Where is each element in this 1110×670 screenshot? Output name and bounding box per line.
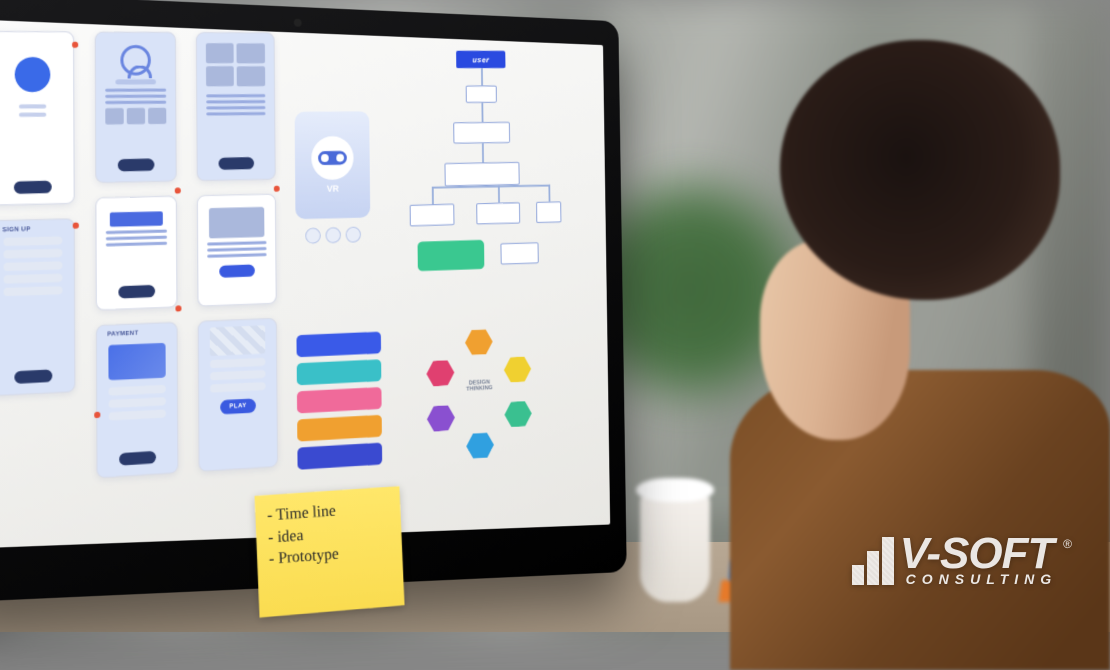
vr-headset-icon xyxy=(311,136,354,180)
connector-node xyxy=(175,188,181,194)
flow-box xyxy=(453,122,510,144)
input-field xyxy=(210,358,266,369)
text-block xyxy=(106,229,167,246)
vsoft-logo: V-SOFT CONSULTING ® xyxy=(852,533,1072,586)
connector-node xyxy=(274,186,280,192)
text-block xyxy=(206,94,265,115)
text-line xyxy=(19,113,47,117)
input-field xyxy=(3,273,63,283)
registered-mark: ® xyxy=(1063,537,1072,551)
flow-line xyxy=(548,184,550,201)
text-line xyxy=(19,104,47,108)
person-hair xyxy=(780,40,1060,300)
input-field xyxy=(108,409,166,420)
flow-box xyxy=(536,201,561,223)
credit-card-icon xyxy=(108,343,166,381)
text-block xyxy=(207,241,266,258)
flow-box xyxy=(445,162,520,186)
input-field xyxy=(3,236,63,246)
sticky-note: - Time line - idea - Prototype xyxy=(255,486,405,618)
input-field xyxy=(210,382,266,393)
flow-success-box xyxy=(418,240,485,271)
action-button xyxy=(117,159,155,172)
play-button: PLAY xyxy=(220,398,257,414)
color-swatches xyxy=(296,332,382,470)
avatar-row xyxy=(305,227,361,244)
wireframe-signup: SIGN UP xyxy=(0,218,75,396)
monitor-screen: SIGN UP xyxy=(0,19,610,549)
login-button xyxy=(13,181,52,194)
signup-heading: SIGN UP xyxy=(2,227,30,234)
swatch xyxy=(297,359,382,385)
input-field xyxy=(3,261,63,271)
header-bar xyxy=(109,211,163,227)
connector-node xyxy=(72,42,78,48)
flow-line xyxy=(482,143,484,162)
avatar-placeholder-icon xyxy=(15,57,51,92)
flow-box xyxy=(410,204,455,227)
connector-node xyxy=(175,305,181,311)
map-view xyxy=(209,325,265,356)
hex-node xyxy=(504,401,532,428)
hex-node xyxy=(427,405,455,432)
input-field xyxy=(108,397,166,408)
hex-node xyxy=(466,432,494,459)
wireframe-detail xyxy=(197,194,277,307)
flow-line xyxy=(498,185,500,202)
flow-line xyxy=(481,68,483,85)
payment-heading: PAYMENT xyxy=(107,331,138,338)
input-field xyxy=(210,370,266,381)
flow-user-tag: user xyxy=(456,51,505,68)
monitor: SIGN UP xyxy=(0,0,627,603)
hexagon-diagram: DESIGN THINKING xyxy=(409,321,549,475)
input-field xyxy=(3,249,63,259)
wireframe-map: PLAY xyxy=(198,318,278,472)
submit-button xyxy=(14,369,53,383)
wireframe-payment: PAYMENT xyxy=(96,322,179,479)
logo-tagline: CONSULTING xyxy=(906,573,1058,586)
swatch xyxy=(297,415,382,442)
connector-node xyxy=(73,222,79,228)
flow-box xyxy=(500,242,538,264)
scene: SIGN UP xyxy=(0,0,1110,632)
wireframe-gallery xyxy=(196,32,276,181)
flow-line xyxy=(481,103,483,122)
action-button xyxy=(218,157,255,170)
input-field xyxy=(108,385,166,396)
swatch xyxy=(296,332,381,358)
text-block xyxy=(105,89,165,105)
text-line xyxy=(116,79,156,84)
flowchart: user xyxy=(387,51,573,306)
input-field xyxy=(3,286,63,296)
play-label: PLAY xyxy=(229,403,246,410)
swatch xyxy=(297,443,382,470)
hero-image xyxy=(209,207,265,239)
image-grid xyxy=(206,43,265,86)
thumbnail-row xyxy=(106,108,166,125)
user-icon xyxy=(120,45,151,76)
swatch xyxy=(297,387,382,413)
flow-box xyxy=(466,85,497,102)
vr-label: VR xyxy=(327,184,339,194)
vr-card-group: VR xyxy=(295,111,371,244)
action-button xyxy=(118,285,156,299)
flow-box xyxy=(476,202,520,224)
hex-node xyxy=(426,360,454,387)
hex-node xyxy=(504,356,532,383)
pay-button xyxy=(119,451,157,466)
wireframe-column-1: SIGN UP xyxy=(0,31,75,396)
flow-line xyxy=(432,187,434,205)
logo-bars-icon xyxy=(852,537,894,585)
hex-node xyxy=(465,329,493,356)
wireframe-profile xyxy=(95,32,177,183)
logo-brand: V-SOFT xyxy=(900,533,1058,575)
wireframe-login xyxy=(0,31,75,206)
wireframe-column-2: PAYMENT xyxy=(95,32,179,479)
wireframe-item xyxy=(95,196,177,311)
vr-card: VR xyxy=(295,111,371,219)
cta-button xyxy=(219,264,256,277)
hex-center-label: DESIGN THINKING xyxy=(464,379,495,392)
design-canvas: SIGN UP xyxy=(0,31,610,549)
wireframe-column-3: PLAY xyxy=(196,32,278,472)
